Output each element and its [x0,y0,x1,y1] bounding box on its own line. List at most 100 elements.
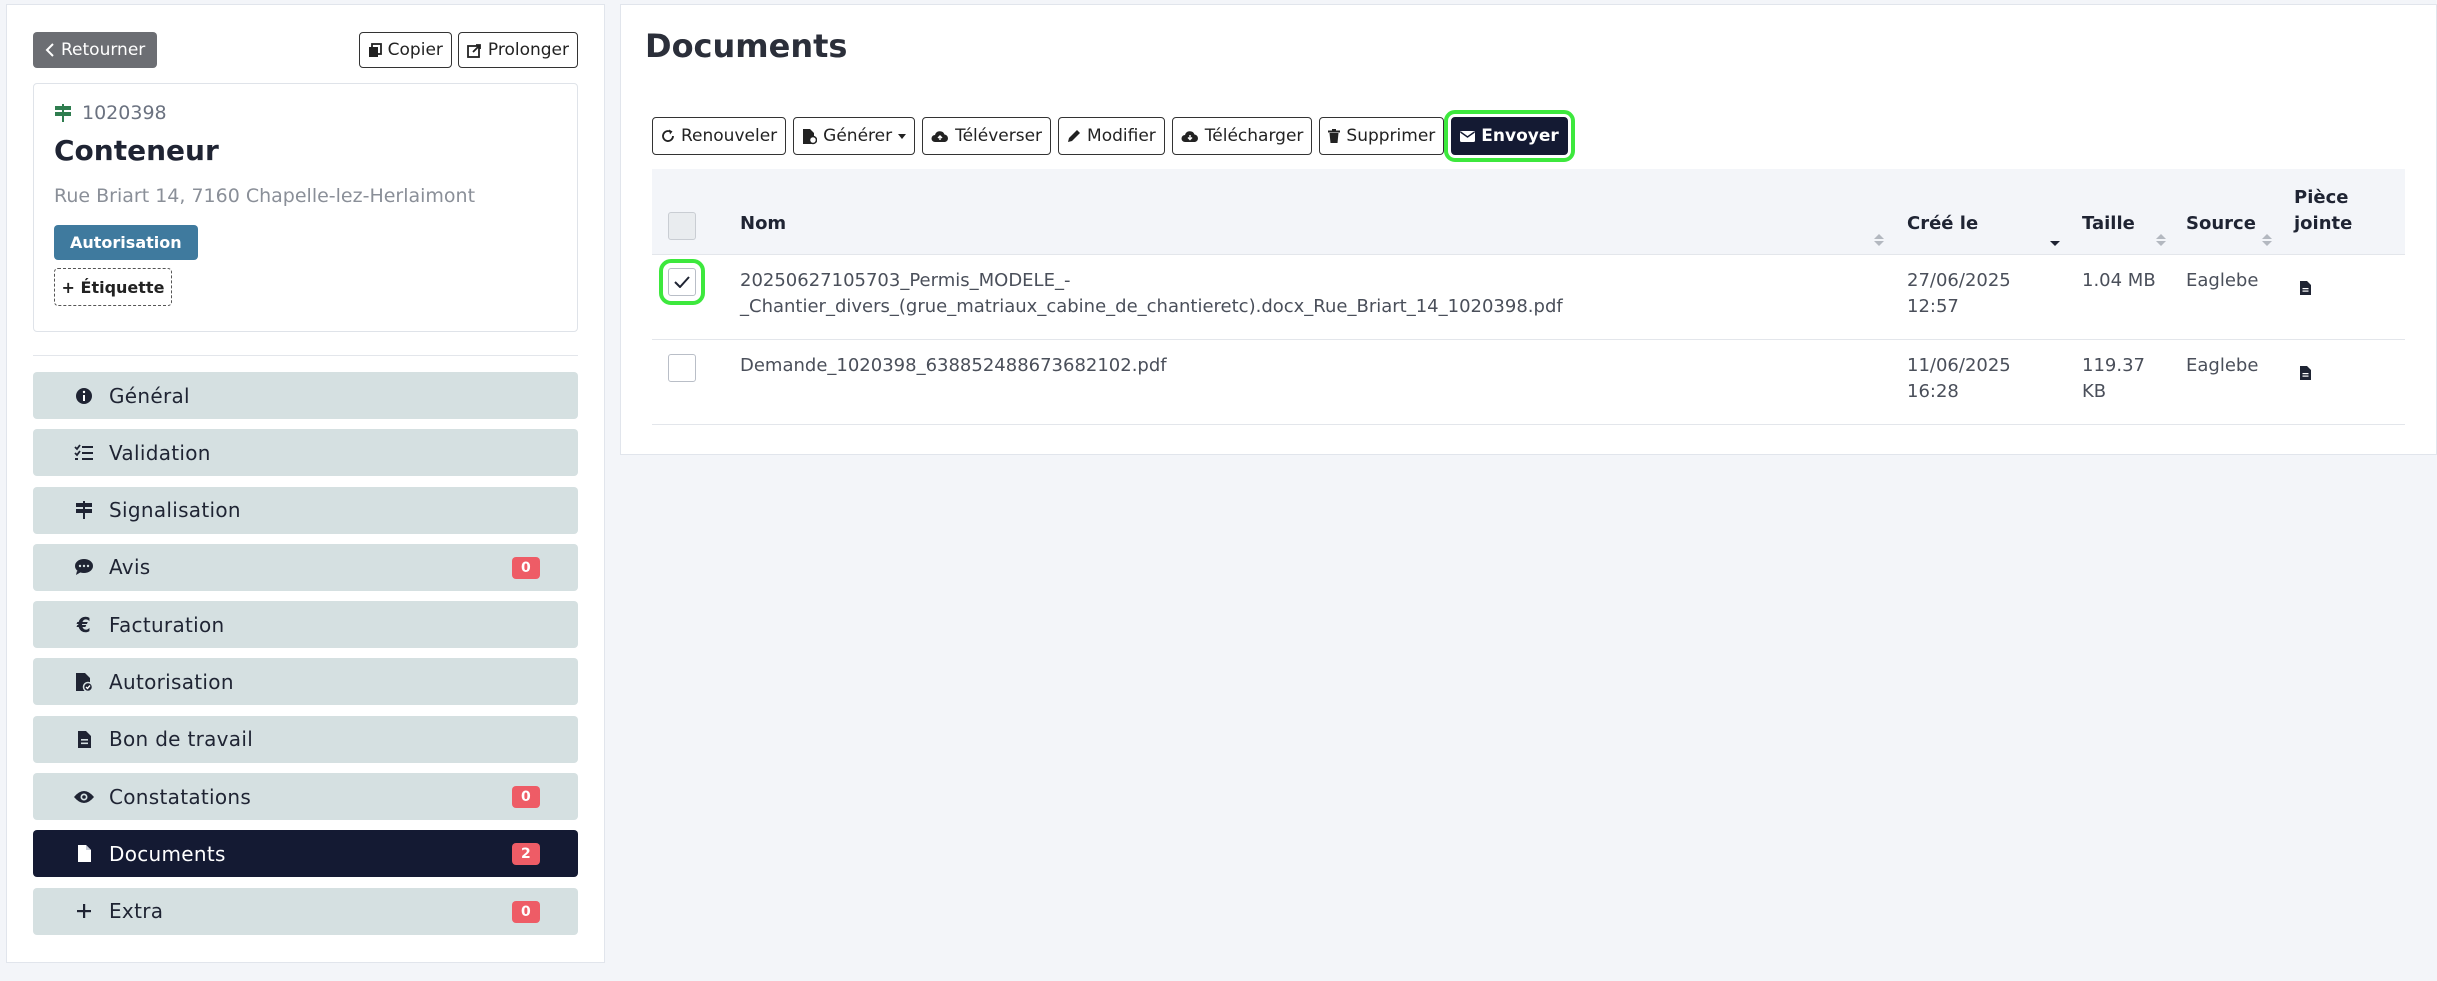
sort-icon[interactable] [2262,234,2272,246]
download-button[interactable]: Télécharger [1171,117,1313,155]
sidebar-item-label: Signalisation [109,498,241,523]
delete-button-label: Supprimer [1346,126,1436,146]
sidebar-item-avis[interactable]: Avis 0 [33,543,578,591]
sort-icon[interactable] [1874,234,1884,246]
document-name-line1: Demande_1020398_638852488673682102.pdf [740,355,1167,376]
column-header-attachment: Pièce jointe [2294,185,2352,237]
document-created: 11/06/2025 16:28 [1907,353,2011,405]
sort-desc-icon[interactable] [2050,234,2060,246]
info-icon [71,387,97,405]
count-badge: 2 [512,843,540,866]
pencil-icon [1068,130,1081,142]
envelope-icon [1460,130,1476,142]
signpost-icon [71,501,97,520]
documents-panel: Documents Renouveler Générer Téléverser … [620,4,2437,455]
euro-icon: € [76,612,92,637]
table-row[interactable]: 20250627105703_Permis_MODELE_- _Chantier… [652,255,2405,340]
trash-icon [1328,129,1341,143]
column-header-created[interactable]: Créé le [1907,211,1978,237]
document-size-line1: 1.04 MB [2082,270,2156,291]
document-source: Eaglebe [2186,355,2259,376]
document-name[interactable]: Demande_1020398_638852488673682102.pdf [740,353,1167,379]
sidebar-item-facturation[interactable]: € Facturation [33,601,578,649]
document-size: 1.04 MB [2082,268,2156,294]
count-badge: 0 [512,786,540,809]
extend-button[interactable]: Prolonger [457,32,578,68]
generate-dropdown-button[interactable]: Générer [793,117,916,155]
sidebar-item-label: Bon de travail [109,727,254,752]
copy-button-label: Copier [387,40,443,60]
sidebar-item-constatations[interactable]: Constatations 0 [33,773,578,821]
copy-button[interactable]: Copier [358,32,452,68]
sidebar-item-label: Avis [109,555,151,580]
row-checkbox[interactable] [668,354,696,382]
document-name-line1: 20250627105703_Permis_MODELE_- [740,270,1071,291]
back-button[interactable]: Retourner [33,32,158,68]
document-name-line2: _Chantier_divers_(grue_matriaux_cabine_d… [740,296,1563,317]
count-badge: 0 [512,556,540,579]
renew-button[interactable]: Renouveler [652,117,787,155]
sidebar-item-validation[interactable]: Validation [33,429,578,477]
sidebar-item-signalisation[interactable]: Signalisation [33,486,578,534]
document-date: 27/06/2025 [1907,270,2011,291]
row-checkbox[interactable] [659,259,705,305]
document-size: 119.37 KB [2082,353,2145,405]
permit-id: 1020398 [82,102,167,124]
chevron-left-icon [45,43,54,57]
page-title: Documents [645,27,848,65]
column-header-size[interactable]: Taille [2082,211,2135,237]
column-header-attachment-line1: Pièce [2294,187,2349,208]
sidebar-item-work-order[interactable]: Bon de travail [33,715,578,763]
copy-icon [368,42,382,57]
file-text-icon [71,730,97,749]
sort-icon[interactable] [2156,234,2166,246]
cloud-upload-icon [931,130,949,142]
file-attachment-icon[interactable] [2300,366,2311,380]
column-header-name[interactable]: Nom [740,211,786,237]
permit-card: 1020398 Conteneur Rue Briart 14, 7160 Ch… [33,83,578,332]
column-header-source[interactable]: Source [2186,211,2256,237]
refresh-icon [662,129,674,142]
comment-icon [71,558,97,576]
sidebar-item-label: Extra [109,899,164,924]
documents-toolbar: Renouveler Générer Téléverser Modifier T… [652,110,1575,162]
document-time: 12:57 [1907,296,1959,317]
caret-down-icon [898,133,907,139]
document-name[interactable]: 20250627105703_Permis_MODELE_- _Chantier… [740,268,1563,320]
delete-button[interactable]: Supprimer [1319,117,1445,155]
file-attachment-icon[interactable] [2300,281,2311,295]
eye-icon [71,789,97,805]
document-time: 16:28 [1907,381,1959,402]
send-button-label: Envoyer [1481,126,1559,146]
documents-table: Nom Créé le Taille Source Pièce jointe 2… [652,169,2405,425]
sidebar-item-general[interactable]: Général [33,372,578,419]
send-button[interactable]: Envoyer [1444,110,1575,162]
sidebar-item-extra[interactable]: Extra 0 [33,887,578,935]
sidebar-divider [33,355,578,356]
select-all-checkbox[interactable] [668,212,696,240]
sidebar-item-autorisation[interactable]: Autorisation [33,658,578,706]
sidebar-item-documents[interactable]: Documents 2 [33,830,578,878]
sidebar-item-label: Général [109,383,190,408]
table-row[interactable]: Demande_1020398_638852488673682102.pdf 1… [652,340,2405,425]
share-icon [466,43,481,58]
edit-button[interactable]: Modifier [1058,117,1165,155]
file-icon [71,844,97,863]
add-tag-button[interactable]: + Étiquette [54,268,172,306]
plus-icon [71,903,97,919]
upload-button-label: Téléverser [955,126,1043,146]
file-check-icon [71,672,97,692]
sidebar-top-actions: Retourner Copier Prolonger [33,32,578,68]
document-source: Eaglebe [2186,270,2259,291]
permit-title: Conteneur [54,134,219,167]
file-cog-icon [803,128,818,144]
permit-id-row: 1020398 [54,102,557,124]
checkmark-icon [674,276,690,288]
checklist-icon [71,444,97,462]
column-header-attachment-line2: jointe [2294,213,2353,234]
upload-button[interactable]: Téléverser [922,117,1052,155]
sidebar-item-label: Facturation [109,612,225,637]
permit-address: Rue Briart 14, 7160 Chapelle-lez-Herlaim… [54,185,476,207]
back-button-label: Retourner [61,40,146,60]
renew-button-label: Renouveler [681,126,778,146]
